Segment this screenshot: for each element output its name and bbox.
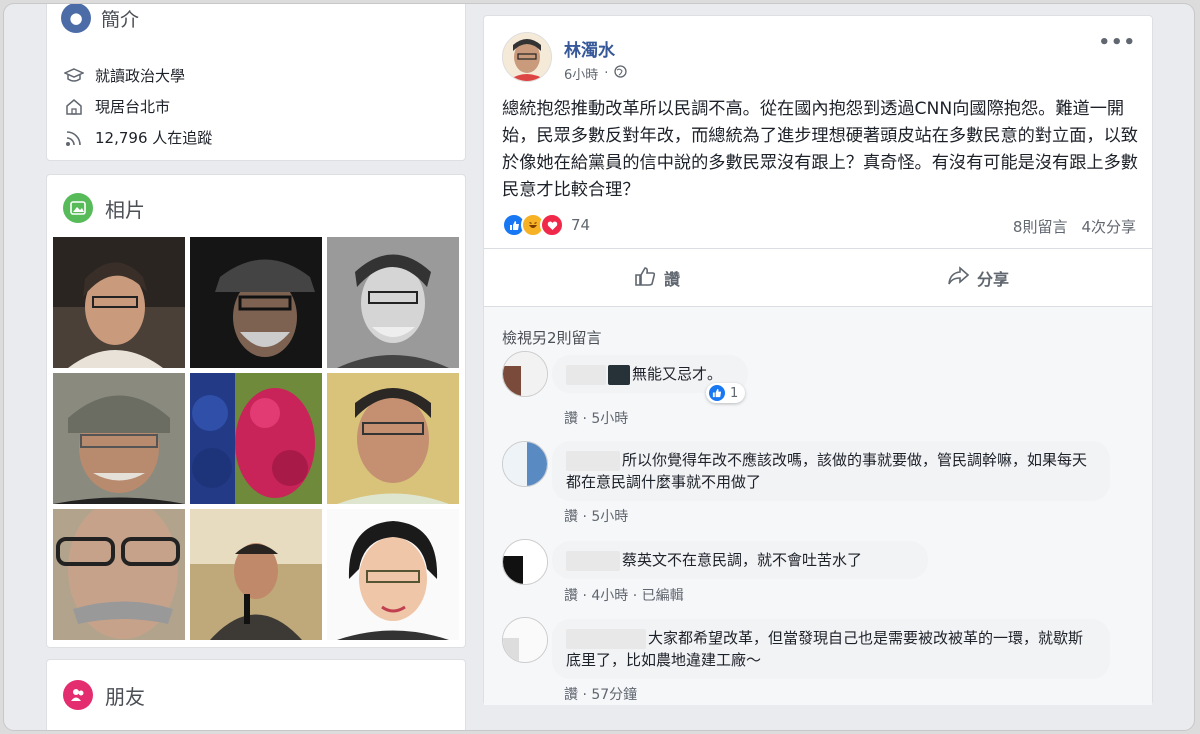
commenter-avatar[interactable] [502, 539, 548, 585]
comment-bubble: 蔡英文不在意民調，就不會吐苦水了 [552, 541, 928, 579]
photo-thumbnail[interactable] [190, 237, 322, 368]
education-row: 就讀政治大學 [63, 65, 185, 86]
comment-time[interactable]: 57分鐘 [591, 687, 637, 703]
rss-icon [63, 128, 85, 148]
comment-bubble: 所以你覺得年改不應該改嗎，該做的事就要做，管民調幹嘛，如果每天都在意民調什麼事就… [552, 441, 1110, 501]
post-text: 總統抱怨推動改革所以民調不高。從在國內抱怨到透過CNN向國際抱怨。難道一開始，民… [502, 99, 1138, 200]
reactions-summary[interactable]: 74 [502, 213, 590, 237]
intro-header: ● 簡介 [61, 4, 139, 33]
public-globe-icon[interactable] [614, 65, 628, 82]
commenter-avatar[interactable] [502, 351, 548, 397]
more-options-icon[interactable]: ••• [1098, 32, 1136, 53]
redacted-name [566, 364, 606, 385]
comment-bubble: 大家都希望改革，但當發現自己也是需要被改被革的一環，就歇斯底里了，比如農地違建工… [552, 619, 1110, 679]
photo-icon [63, 193, 93, 223]
comment-text: 蔡英文不在意民調，就不會吐苦水了 [622, 551, 863, 569]
globe-icon: ● [61, 4, 91, 33]
share-label: 分享 [977, 270, 1010, 289]
friends-title: 朋友 [105, 684, 145, 709]
divider [484, 248, 1152, 249]
photo-thumbnail[interactable] [327, 237, 459, 368]
comment-edited[interactable]: 已編輯 [642, 588, 684, 604]
reaction-count: 74 [571, 216, 591, 234]
comment-meta: 讚 · 57分鐘 [564, 687, 638, 703]
friends-header[interactable]: 朋友 [63, 680, 145, 710]
redacted-name [566, 550, 620, 571]
graduation-cap-icon [63, 66, 85, 86]
photo-thumbnail[interactable] [53, 373, 185, 504]
comment-count[interactable]: 8則留言 [1013, 216, 1068, 237]
comment-time[interactable]: 4小時 [591, 588, 628, 604]
home-icon [63, 97, 85, 117]
share-arrow-icon [947, 266, 970, 290]
comment-reaction-count: 1 [730, 385, 739, 401]
photo-grid [53, 237, 459, 640]
redacted-name [566, 450, 620, 471]
comments-section: 檢視另2則留言 無能又忌才。 1 讚 · 5小時 所以你覺得年改不應該改嗎，該做… [484, 306, 1152, 705]
comment-meta: 讚 · 5小時 [564, 509, 629, 525]
photo-thumbnail[interactable] [53, 237, 185, 368]
photo-thumbnail[interactable] [327, 509, 459, 640]
comment-time[interactable]: 5小時 [591, 509, 628, 525]
residence-row: 現居台北市 [63, 96, 170, 117]
photo-thumbnail[interactable] [190, 373, 322, 504]
like-reaction-icon [709, 385, 725, 401]
comment-time[interactable]: 5小時 [591, 411, 628, 427]
redacted-name [566, 628, 646, 649]
intro-card: ● 簡介 就讀政治大學 現居台北市 12,796 人在追蹤 [46, 4, 466, 161]
photos-title: 相片 [105, 197, 145, 222]
photo-thumbnail[interactable] [327, 373, 459, 504]
facebook-page: ● 簡介 就讀政治大學 現居台北市 12,796 人在追蹤 相片 朋友 林濁水 … [4, 4, 1194, 730]
comment-like-link[interactable]: 讚 [564, 687, 578, 703]
love-reaction-icon [540, 213, 564, 237]
redacted-name [608, 364, 630, 385]
comment-like-link[interactable]: 讚 [564, 509, 578, 525]
comment-like-link[interactable]: 讚 [564, 411, 578, 427]
commenter-avatar[interactable] [502, 441, 548, 487]
author-avatar[interactable] [502, 32, 552, 82]
comment-like-link[interactable]: 讚 [564, 588, 578, 604]
commenter-avatar[interactable] [502, 617, 548, 663]
friends-card: 朋友 [46, 659, 466, 730]
post-stats: 8則留言 4次分享 [1013, 216, 1136, 237]
intro-title: 簡介 [101, 8, 140, 31]
comment-text: 所以你覺得年改不應該改嗎，該做的事就要做，管民調幹嘛，如果每天都在意民調什麼事就… [566, 451, 1088, 491]
followers-text: 12,796 人在追蹤 [95, 129, 213, 147]
photo-thumbnail[interactable] [190, 509, 322, 640]
residence-text[interactable]: 現居台北市 [95, 96, 170, 117]
comment-text: 無能又忌才。 [632, 365, 723, 383]
view-more-comments-link[interactable]: 檢視另2則留言 [502, 327, 602, 348]
share-button[interactable]: 分享 [947, 266, 1009, 290]
comment-meta: 讚 · 5小時 [564, 411, 629, 427]
post-card: 林濁水 6小時 · ••• 總統抱怨推動改革所以民調不高。從在國內抱怨到透過CN… [483, 15, 1153, 705]
dot-separator: · [604, 66, 609, 81]
like-button[interactable]: 讚 [634, 266, 680, 290]
like-label: 讚 [664, 270, 681, 289]
author-name[interactable]: 林濁水 [564, 36, 615, 61]
friends-icon [63, 680, 93, 710]
comment-reaction-badge[interactable]: 1 [706, 383, 746, 403]
post-time: 6小時 · [564, 64, 628, 83]
followers-row: 12,796 人在追蹤 [63, 127, 212, 148]
post-timestamp[interactable]: 6小時 [564, 64, 598, 83]
photos-header[interactable]: 相片 [63, 193, 145, 223]
thumbs-up-icon [634, 266, 656, 290]
share-count[interactable]: 4次分享 [1081, 216, 1136, 237]
photo-thumbnail[interactable] [53, 509, 185, 640]
education-text[interactable]: 就讀政治大學 [95, 65, 185, 86]
photos-card: 相片 [46, 174, 466, 648]
comment-meta: 讚 · 4小時 · 已編輯 [564, 588, 684, 604]
